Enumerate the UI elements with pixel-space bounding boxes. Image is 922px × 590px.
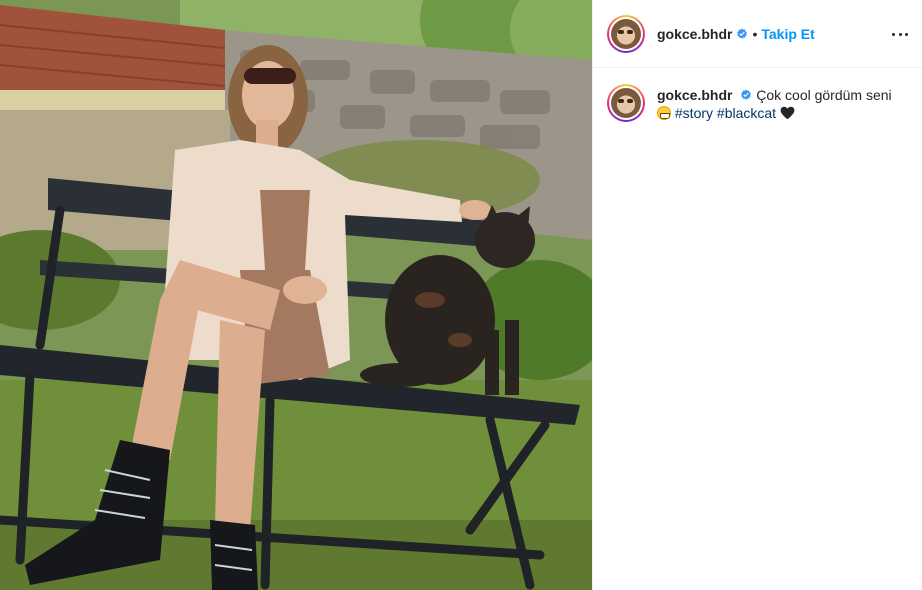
caption-text-block: gokce.bhdr Çok cool gördüm seni #story #…	[657, 86, 907, 122]
grinning-face-emoji-icon	[657, 106, 671, 120]
hashtag-blackcat[interactable]: #blackcat	[717, 105, 776, 121]
header-username[interactable]: gokce.bhdr	[657, 26, 732, 42]
hashtag-story[interactable]: #story	[675, 105, 713, 121]
post-sidebar: gokce.bhdr • Takip Et gokce.bhdr Çok coo…	[592, 0, 922, 590]
post-photo[interactable]	[0, 0, 592, 590]
post-header: gokce.bhdr • Takip Et	[593, 0, 922, 68]
avatar[interactable]	[607, 14, 645, 53]
verified-badge-icon	[741, 89, 752, 100]
separator-dot: •	[752, 25, 758, 42]
black-heart-icon	[780, 106, 795, 120]
verified-badge-icon	[737, 28, 748, 39]
caption-avatar[interactable]	[607, 84, 645, 122]
caption-username[interactable]: gokce.bhdr	[657, 87, 732, 103]
caption-text: Çok cool gördüm seni	[756, 87, 892, 103]
follow-button[interactable]: Takip Et	[761, 26, 814, 42]
caption-comment: gokce.bhdr Çok cool gördüm seni #story #…	[593, 68, 922, 122]
more-options-icon[interactable]	[890, 24, 910, 44]
